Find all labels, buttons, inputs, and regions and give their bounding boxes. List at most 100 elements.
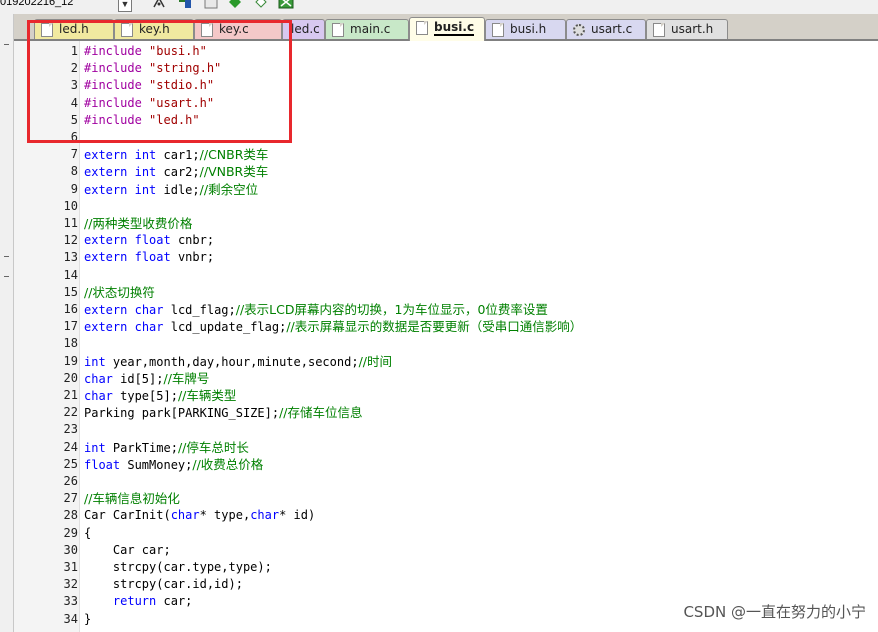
tab-label: main.c <box>350 22 391 36</box>
code-line[interactable]: #include "string.h" <box>84 60 221 77</box>
line-number: 6 <box>70 130 78 144</box>
line-number: 4 <box>70 95 78 110</box>
tab-label: key.c <box>219 22 249 36</box>
line-number: 30 <box>63 542 78 557</box>
tab-key-h[interactable]: key.h <box>114 19 194 39</box>
code-line[interactable]: extern int car2;//VNBR类车 <box>84 163 268 181</box>
file-icon <box>492 23 504 37</box>
left-margin-strip <box>0 14 14 632</box>
code-line[interactable]: char id[5];//车牌号 <box>84 370 209 388</box>
code-line[interactable]: extern int idle;//剩余空位 <box>84 181 258 199</box>
line-number: 27 <box>63 491 78 506</box>
line-number: 26 <box>63 474 78 488</box>
tab-busi-h[interactable]: busi.h <box>485 19 566 39</box>
line-number: 1 <box>70 44 78 58</box>
line-number: 28 <box>63 508 78 523</box>
line-number: 11 <box>63 216 78 230</box>
code-line[interactable]: Parking park[PARKING_SIZE];//存储车位信息 <box>84 404 363 422</box>
line-number: 22 <box>63 405 78 420</box>
margin-mark <box>4 44 9 45</box>
gear-icon <box>573 24 585 36</box>
line-number: 33 <box>63 594 78 609</box>
batch-build-icon[interactable] <box>254 0 268 9</box>
margin-mark <box>4 276 9 277</box>
code-line[interactable]: strcpy(car.type,type); <box>84 559 272 576</box>
code-line[interactable]: extern float cnbr; <box>84 232 214 249</box>
code-line[interactable]: int ParkTime;//停车总时长 <box>84 439 249 457</box>
file-extensions-icon[interactable] <box>178 0 192 9</box>
file-tab-bar: led.h key.h key.c led.c main.c busi.c bu… <box>14 14 878 41</box>
file-icon <box>121 23 133 37</box>
code-line[interactable]: //车辆信息初始化 <box>84 490 180 508</box>
line-number-gutter: 1 2 3 4 5 6 7 8 9 10 11 12 13 14 15 16 17 18 19 20 21 22 23 24 2… <box>14 41 80 632</box>
code-line[interactable]: #include "usart.h" <box>84 95 214 112</box>
code-line[interactable]: #include "busi.h" <box>84 43 207 60</box>
line-number: 17 <box>63 319 78 334</box>
code-line[interactable]: } <box>84 611 91 628</box>
code-line[interactable]: return car; <box>84 593 192 610</box>
code-line[interactable]: extern float vnbr; <box>84 249 214 266</box>
tab-label: key.h <box>139 22 170 36</box>
line-number: 3 <box>70 78 78 93</box>
line-number: 8 <box>70 164 78 179</box>
code-line[interactable]: extern char lcd_update_flag;//表示屏幕显示的数据是… <box>84 318 582 336</box>
file-icon <box>332 23 344 37</box>
code-line[interactable]: Car car; <box>84 542 171 559</box>
toolbar: 019202216_12 ▼ <box>0 0 878 14</box>
tab-usart-h[interactable]: usart.h <box>646 19 728 39</box>
tab-label: led.h <box>59 22 89 36</box>
line-number: 34 <box>63 611 78 626</box>
line-number: 15 <box>63 284 78 299</box>
batch-build-icon[interactable] <box>278 0 294 9</box>
file-icon <box>41 23 53 37</box>
line-number: 29 <box>63 525 78 540</box>
tab-label: usart.c <box>591 22 633 36</box>
code-line[interactable]: #include "led.h" <box>84 112 200 129</box>
tab-led-c[interactable]: led.c <box>282 19 325 39</box>
code-line[interactable]: int year,month,day,hour,minute,second;//… <box>84 353 392 371</box>
line-number: 19 <box>63 353 78 368</box>
line-number: 16 <box>63 302 78 316</box>
tab-label: busi.h <box>510 22 547 36</box>
tab-label: usart.h <box>671 22 714 36</box>
code-line[interactable]: //状态切换符 <box>84 284 155 302</box>
tab-label: led.c <box>291 22 320 36</box>
tab-main-c[interactable]: main.c <box>325 19 409 39</box>
target-name[interactable]: 019202216_12 <box>0 0 73 8</box>
line-number: 14 <box>63 267 78 282</box>
line-number: 25 <box>63 456 78 471</box>
code-line[interactable]: extern char lcd_flag;//表示LCD屏幕内容的切换，1为车位… <box>84 301 548 319</box>
code-line[interactable]: float SumMoney;//收费总价格 <box>84 456 263 474</box>
line-number: 10 <box>63 198 78 213</box>
file-icon <box>653 23 665 37</box>
pack-installer-icon[interactable] <box>204 0 218 9</box>
line-number: 18 <box>63 336 78 351</box>
tab-key-c[interactable]: key.c <box>194 19 282 39</box>
line-number: 5 <box>70 112 78 127</box>
line-number: 7 <box>70 147 78 162</box>
watermark: CSDN @一直在努力的小宁 <box>683 603 866 621</box>
line-number: 20 <box>63 370 78 385</box>
code-line[interactable]: //两种类型收费价格 <box>84 215 192 233</box>
line-number: 23 <box>63 422 78 437</box>
line-number: 13 <box>63 250 78 265</box>
file-icon <box>201 23 213 37</box>
tab-led-h[interactable]: led.h <box>34 19 114 39</box>
code-editor[interactable]: 1 2 3 4 5 6 7 8 9 10 11 12 13 14 15 16 17 18 19 20 21 22 23 24 2… <box>14 41 878 632</box>
code-line[interactable]: char type[5];//车辆类型 <box>84 387 236 405</box>
code-line[interactable]: strcpy(car.id,id); <box>84 576 243 593</box>
code-line[interactable]: #include "stdio.h" <box>84 77 214 94</box>
green-diamond-icon[interactable] <box>228 0 242 9</box>
code-line[interactable]: Car CarInit(char* type,char* id) <box>84 507 315 524</box>
manage-components-icon[interactable] <box>152 0 166 9</box>
file-icon <box>416 21 428 35</box>
dropdown-arrow-icon[interactable]: ▼ <box>118 0 132 12</box>
line-number: 31 <box>63 560 78 574</box>
tab-label: busi.c <box>434 20 475 36</box>
line-number: 21 <box>63 388 78 402</box>
tab-busi-c[interactable]: busi.c <box>409 17 485 41</box>
tab-usart-c[interactable]: usart.c <box>566 19 646 39</box>
code-line[interactable]: extern int car1;//CNBR类车 <box>84 146 268 164</box>
line-number: 32 <box>63 577 78 592</box>
code-line[interactable]: { <box>84 525 91 542</box>
